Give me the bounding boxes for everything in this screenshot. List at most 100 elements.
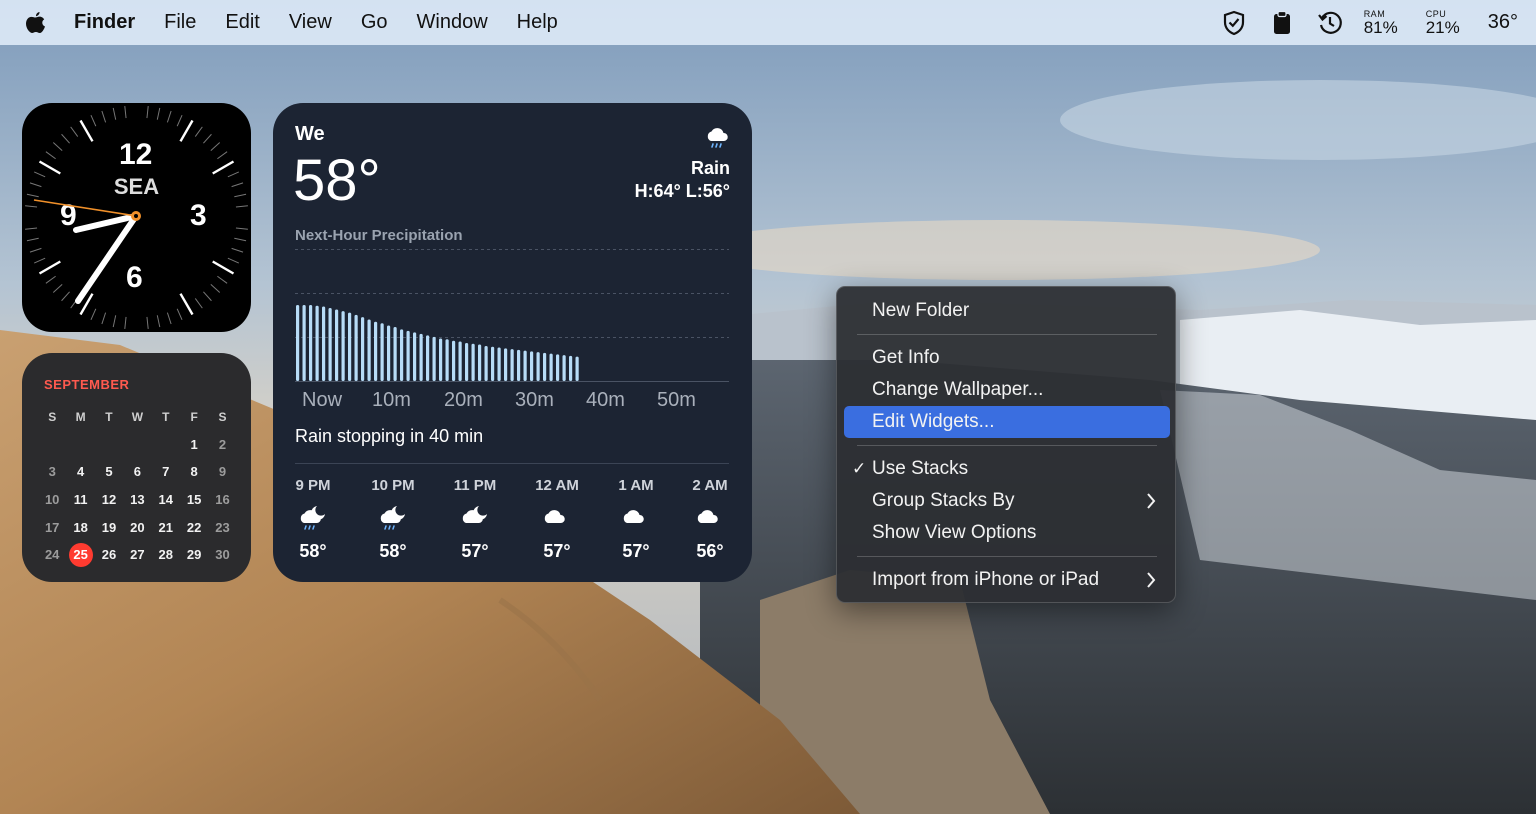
calendar-day: 28	[158, 547, 173, 563]
menu-separator	[857, 334, 1157, 335]
clock-widget[interactable]: 12 3 6 9 SEA	[22, 103, 251, 332]
calendar-widget[interactable]: SEPTEMBER S M T W T F S 1 2 3 4 5 6 7 8 9 10 11 12 1…	[22, 353, 251, 582]
group-stacks-by-label: Group Stacks By	[872, 490, 1015, 511]
ram-usage[interactable]: RAM 81%	[1364, 9, 1398, 36]
menu-item-show-view-options[interactable]: Show View Options	[844, 517, 1170, 549]
weather-high-low: H:64° L:56°	[634, 181, 730, 201]
menu-go[interactable]: Go	[361, 11, 388, 34]
hourly-temp: 56°	[696, 541, 724, 561]
hourly-item: 10 PM 58°	[353, 477, 433, 562]
menu-edit[interactable]: Edit	[225, 11, 259, 34]
calendar-day: 8	[190, 464, 198, 480]
cloud-moon-rain-icon	[273, 502, 353, 532]
calendar-week-row: 3 4 5 6 7 8 9	[38, 458, 248, 486]
precip-bar	[465, 343, 469, 381]
hourly-time: 11 PM	[453, 477, 497, 494]
edit-widgets-label: Edit Widgets...	[872, 411, 995, 432]
menu-view[interactable]: View	[289, 11, 332, 34]
hourly-time: 9 PM	[295, 477, 331, 494]
calendar-day: 7	[162, 464, 170, 480]
precip-bar	[549, 353, 553, 381]
menu-item-import-from-iphone[interactable]: Import from iPhone or iPad	[844, 564, 1170, 596]
calendar-day: 20	[130, 519, 145, 535]
precip-bar	[426, 335, 430, 381]
hourly-item: 11 PM 57°	[435, 477, 515, 562]
precip-bar	[367, 319, 371, 381]
menu-item-get-info[interactable]: Get Info	[844, 342, 1170, 374]
menu-help[interactable]: Help	[517, 11, 558, 34]
clipboard-icon[interactable]	[1268, 9, 1296, 37]
weekday-label: M	[75, 409, 86, 424]
shield-check-icon[interactable]	[1220, 9, 1248, 37]
hourly-item: 12 AM 57°	[517, 477, 597, 562]
hourly-time: 1 AM	[618, 477, 654, 494]
precip-tick-30m: 30m	[515, 389, 554, 411]
menu-separator	[857, 445, 1157, 446]
import-from-iphone-label: Import from iPhone or iPad	[872, 569, 1100, 590]
hourly-time: 12 AM	[535, 477, 579, 494]
calendar-day: 19	[101, 519, 117, 535]
precip-tick-now: Now	[302, 389, 343, 411]
menu-file[interactable]: File	[164, 11, 196, 34]
menu-separator	[857, 556, 1157, 557]
menu-item-change-wallpaper[interactable]: Change Wallpaper...	[844, 374, 1170, 406]
precip-bar	[335, 309, 339, 381]
cloud-rain-icon	[704, 127, 730, 156]
calendar-day: 14	[158, 492, 173, 508]
precip-tick-40m: 40m	[586, 389, 625, 411]
cloud-moon-icon	[435, 502, 515, 532]
calendar-day: 21	[158, 519, 173, 535]
precip-bar	[484, 346, 488, 381]
hourly-temp: 58°	[379, 541, 407, 561]
calendar-week-row: 17 18 19 20 21 22 23	[38, 513, 248, 541]
precip-bar	[569, 355, 573, 381]
new-folder-label: New Folder	[872, 300, 970, 321]
precip-bar	[322, 306, 326, 381]
precip-bar	[471, 343, 475, 381]
weather-condition: Rain	[690, 158, 730, 178]
calendar-grid: S M T W T F S 1 2 3 4 5 6 7 8 9 10 11 12 13 14 15 16 17 1…	[38, 403, 248, 569]
change-wallpaper-label: Change Wallpaper...	[872, 379, 1044, 400]
weather-widget[interactable]: We 58° Rain H:64° L:56° Next-Hour Precip…	[273, 103, 752, 582]
weekday-label: W	[131, 409, 144, 424]
calendar-day: 6	[133, 464, 141, 480]
menu-item-use-stacks[interactable]: ✓ Use Stacks	[844, 453, 1170, 485]
cpu-usage[interactable]: CPU 21%	[1426, 9, 1460, 36]
calendar-weeks: 1 2 3 4 5 6 7 8 9 10 11 12 13 14 15 16 17 18 19 20 21 22 23 24 2…	[38, 431, 248, 569]
precip-bar	[439, 338, 443, 381]
calendar-day: 16	[215, 492, 230, 508]
menu-item-new-folder[interactable]: New Folder	[844, 295, 1170, 327]
cloud-moon-rain-icon	[353, 502, 433, 532]
hourly-temp: 58°	[299, 541, 327, 561]
apple-menu-icon[interactable]	[24, 10, 54, 36]
calendar-day: 12	[101, 492, 117, 508]
precip-bar	[309, 305, 313, 381]
precip-bar	[478, 344, 482, 381]
precip-bar	[419, 333, 423, 381]
calendar-day: 3	[48, 464, 56, 480]
cloud-icon	[517, 502, 597, 532]
calendar-month: SEPTEMBER	[44, 377, 130, 392]
calendar-day: 29	[186, 547, 202, 563]
calendar-day: 11	[73, 492, 88, 508]
menu-finder[interactable]: Finder	[74, 11, 135, 34]
calendar-day: 13	[130, 492, 145, 508]
menu-window[interactable]: Window	[417, 11, 488, 34]
hourly-item: 2 AM 56°	[670, 477, 750, 562]
precip-bar	[543, 352, 547, 381]
weekday-label: S	[48, 409, 57, 424]
rain-message: Rain stopping in 40 min	[295, 426, 484, 446]
temperature-status[interactable]: 36°	[1488, 11, 1518, 34]
hourly-temp: 57°	[461, 541, 489, 561]
precip-bar	[413, 332, 417, 381]
precip-bar	[302, 305, 306, 381]
today-badge: 25	[68, 542, 93, 567]
precip-bar	[341, 311, 345, 381]
menu-item-group-stacks-by[interactable]: Group Stacks By	[844, 485, 1170, 517]
calendar-day: 10	[44, 492, 60, 508]
precip-bar	[393, 327, 397, 381]
time-machine-icon[interactable]	[1316, 9, 1344, 37]
precip-bar	[562, 355, 566, 381]
menu-item-edit-widgets[interactable]: Edit Widgets...	[844, 406, 1170, 438]
weather-temperature: 58°	[293, 148, 381, 213]
